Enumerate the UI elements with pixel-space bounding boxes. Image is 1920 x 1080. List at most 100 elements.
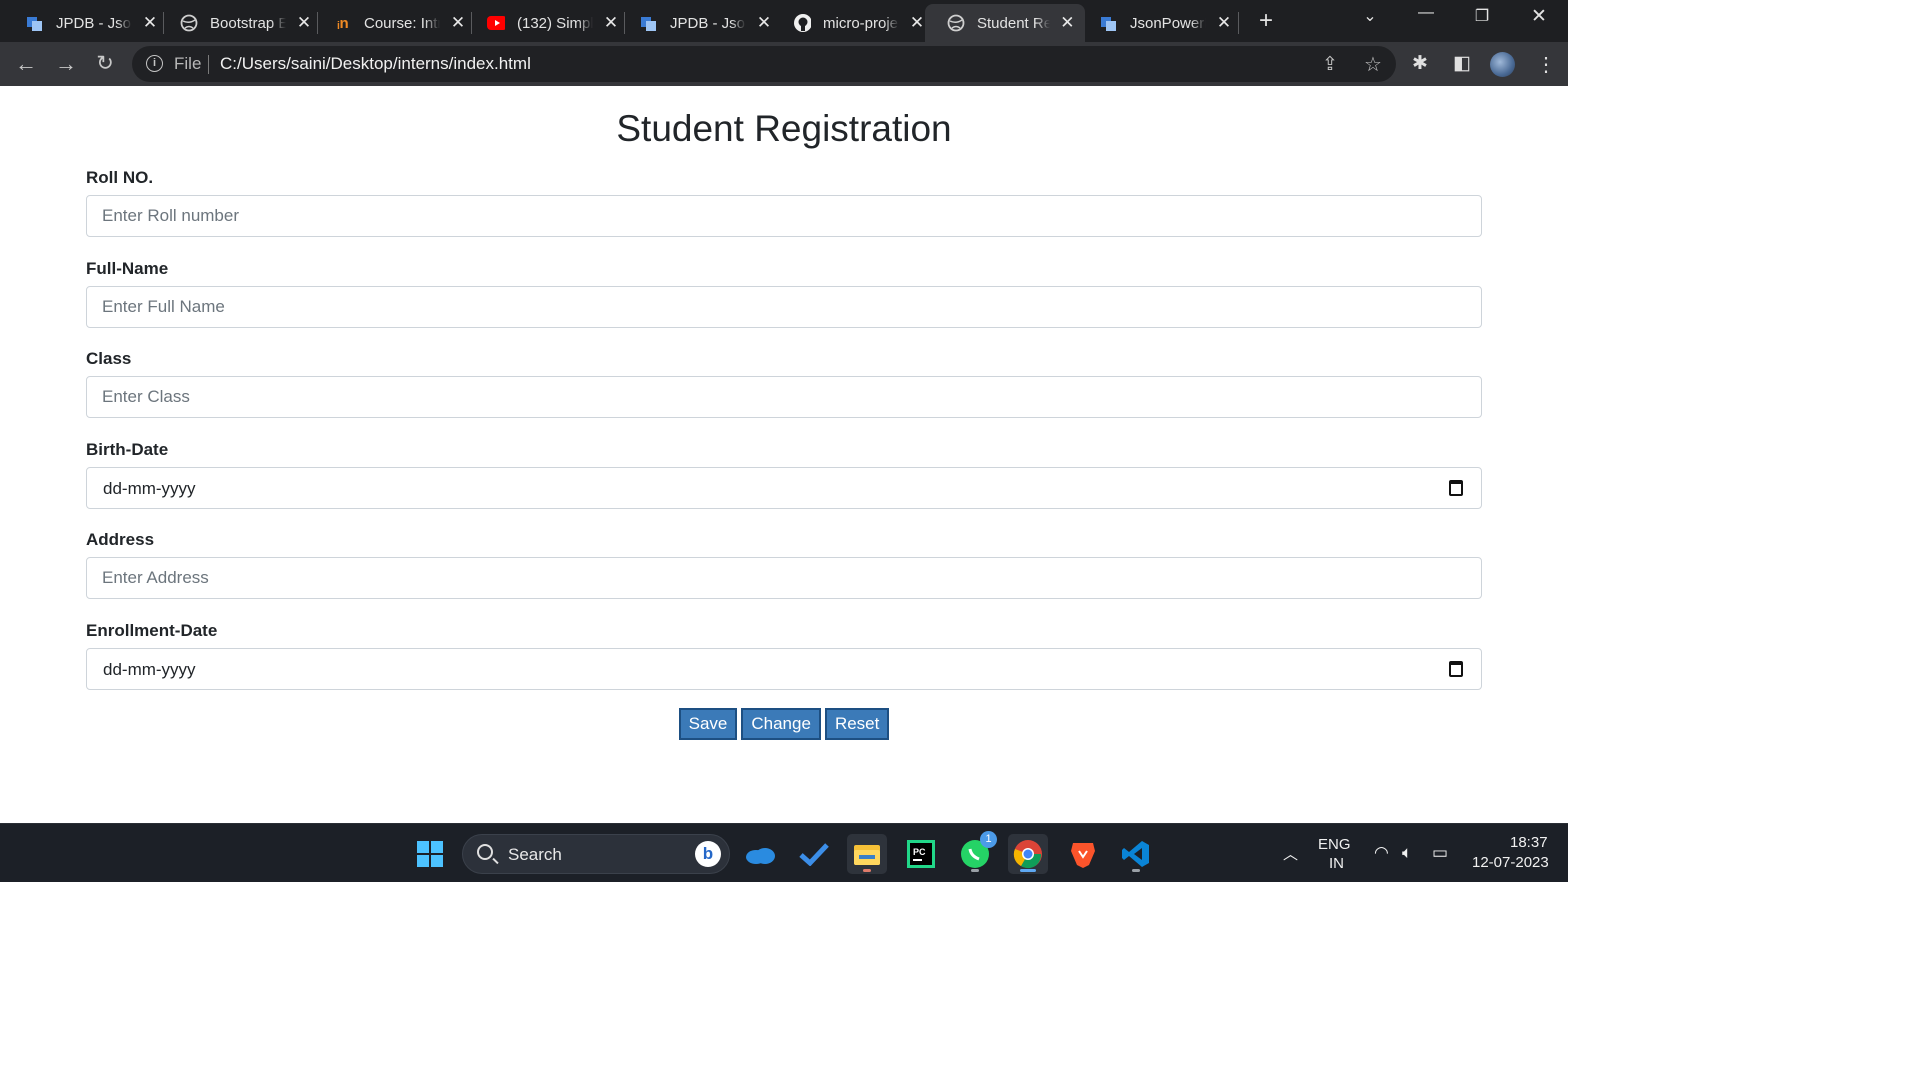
address-input[interactable] xyxy=(86,557,1482,599)
running-indicator xyxy=(1132,869,1140,872)
full-name-input[interactable] xyxy=(86,286,1482,328)
vscode-icon[interactable] xyxy=(1116,834,1156,874)
running-indicator xyxy=(971,869,979,872)
language-line2[interactable]: IN xyxy=(1329,855,1344,872)
tab-close-icon[interactable]: ✕ xyxy=(756,13,772,33)
change-button[interactable]: Change xyxy=(741,708,821,740)
minimize-icon[interactable]: — xyxy=(1406,4,1446,22)
form-button-row: Save Change Reset xyxy=(0,708,1568,740)
extensions-puzzle-icon[interactable]: ✱ xyxy=(1412,52,1428,75)
class-input[interactable] xyxy=(86,376,1482,418)
active-window-indicator xyxy=(1020,869,1036,872)
file-explorer-folder-icon[interactable] xyxy=(847,834,887,874)
tab-bootstrap[interactable]: Bootstrap E ✕ xyxy=(158,4,322,42)
menu-dots-icon[interactable]: ⋮ xyxy=(1536,52,1556,77)
globe-icon xyxy=(947,14,965,32)
tab-close-icon[interactable]: ✕ xyxy=(1216,13,1232,33)
tab-jpdb-2[interactable]: JPDB - Json ✕ xyxy=(618,4,782,42)
notification-badge: 1 xyxy=(980,831,997,848)
profile-avatar[interactable] xyxy=(1490,52,1515,77)
tab-course[interactable]: ᵢn Course: Intr ✕ xyxy=(312,4,476,42)
tab-title: (132) Simpl xyxy=(517,14,593,32)
jpdb-icon xyxy=(26,14,44,32)
address-url[interactable]: C:/Users/saini/Desktop/interns/index.htm… xyxy=(220,54,531,74)
tab-github[interactable]: micro-proje ✕ xyxy=(771,4,935,42)
tab-close-icon[interactable]: ✕ xyxy=(296,13,312,33)
roll-label: Roll NO. xyxy=(86,168,154,187)
clock-date[interactable]: 12-07-2023 xyxy=(1472,854,1549,871)
side-panel-icon[interactable]: ◧ xyxy=(1453,52,1471,75)
calendar-icon[interactable] xyxy=(1449,480,1463,496)
tab-jsonpowerdb[interactable]: JsonPowerD ✕ xyxy=(1078,4,1242,42)
bing-icon[interactable]: b xyxy=(695,841,721,867)
tab-title: JPDB - Json xyxy=(670,14,746,32)
tab-close-icon[interactable]: ✕ xyxy=(603,13,619,33)
tab-jpdb-1[interactable]: JPDB - Json ✕ xyxy=(4,4,168,42)
save-button[interactable]: Save xyxy=(678,708,738,740)
course-icon: ᵢn xyxy=(337,14,349,32)
roll-number-input[interactable] xyxy=(86,195,1482,237)
tab-close-icon[interactable]: ✕ xyxy=(142,13,158,33)
close-window-icon[interactable]: ✕ xyxy=(1519,5,1559,28)
svg-text:PC: PC xyxy=(913,847,926,857)
pycharm-icon[interactable]: PC xyxy=(901,834,941,874)
class-label: Class xyxy=(86,349,132,368)
calendar-icon[interactable] xyxy=(1449,661,1463,677)
enrollment-date-label: Enrollment-Date xyxy=(86,621,218,640)
start-windows-icon[interactable] xyxy=(410,834,450,874)
tab-youtube[interactable]: (132) Simpl ✕ xyxy=(465,4,629,42)
github-icon xyxy=(793,14,811,32)
site-info-icon[interactable]: i xyxy=(146,55,163,72)
onedrive-cloud-icon[interactable] xyxy=(740,834,780,874)
birth-date-label: Birth-Date xyxy=(86,440,169,459)
tab-title: Bootstrap E xyxy=(210,14,286,32)
enrollment-date-input[interactable]: dd-mm-yyyy xyxy=(86,648,1482,690)
restore-icon[interactable]: ❐ xyxy=(1462,6,1502,26)
brave-lion-icon[interactable] xyxy=(1063,834,1103,874)
windows-taskbar: Search b PC 1 ︿ ENG IN ◠ 🔈︎ ▭ 18:37 12-0… xyxy=(0,823,1568,882)
chrome-icon[interactable] xyxy=(1008,834,1048,874)
taskbar-search-box[interactable]: Search b xyxy=(462,834,730,874)
tab-title: JPDB - Json xyxy=(56,14,132,32)
tab-divider xyxy=(1238,12,1239,34)
jpdb-icon xyxy=(1100,14,1118,32)
scheme-label: File xyxy=(174,54,202,73)
tab-close-icon[interactable]: ✕ xyxy=(909,13,925,33)
forward-arrow-icon[interactable]: → xyxy=(52,50,80,78)
clock-time[interactable]: 18:37 xyxy=(1510,834,1548,851)
wifi-icon[interactable]: ◠ xyxy=(1374,843,1389,863)
browser-tab-strip: JPDB - Json ✕ Bootstrap E ✕ ᵢn Course: I… xyxy=(0,0,1568,42)
search-icon xyxy=(477,844,493,860)
battery-icon[interactable]: ▭ xyxy=(1432,843,1448,863)
youtube-icon xyxy=(487,14,505,32)
address-label: Address xyxy=(86,530,155,549)
address-bar[interactable]: i File C:/Users/saini/Desktop/interns/in… xyxy=(132,46,1396,82)
enrollment-date-placeholder: dd-mm-yyyy xyxy=(103,660,196,679)
full-name-label: Full-Name xyxy=(86,259,169,278)
running-indicator xyxy=(863,869,871,872)
new-tab-button[interactable]: + xyxy=(1252,8,1280,36)
reset-button[interactable]: Reset xyxy=(824,708,890,740)
back-arrow-icon[interactable]: ← xyxy=(12,50,40,78)
reload-icon[interactable]: ↻ xyxy=(91,50,119,78)
tab-close-icon[interactable]: ✕ xyxy=(450,13,466,33)
page-content: Student Registration Roll NO. Full-Name … xyxy=(0,86,1568,823)
browser-toolbar: ← → ↻ i File C:/Users/saini/Desktop/inte… xyxy=(0,42,1568,86)
bookmark-star-icon[interactable]: ☆ xyxy=(1364,52,1382,77)
tab-student-registration[interactable]: Student Re ✕ xyxy=(925,4,1085,42)
tab-title: JsonPowerD xyxy=(1130,14,1206,32)
tab-title: Course: Intr xyxy=(364,14,440,32)
tab-close-icon[interactable]: ✕ xyxy=(1060,13,1075,33)
search-label: Search xyxy=(508,845,562,864)
share-icon[interactable]: ⇪ xyxy=(1322,53,1338,76)
show-hidden-icons-chevron-icon[interactable]: ︿ xyxy=(1283,843,1298,864)
language-line1[interactable]: ENG xyxy=(1318,836,1351,853)
tab-title: micro-proje xyxy=(823,14,899,32)
birth-date-input[interactable]: dd-mm-yyyy xyxy=(86,467,1482,509)
whatsapp-icon[interactable]: 1 xyxy=(955,831,997,874)
address-divider xyxy=(208,55,209,74)
todo-check-icon[interactable] xyxy=(794,834,834,874)
volume-icon[interactable]: 🔈︎ xyxy=(1402,843,1412,863)
jpdb-icon xyxy=(640,14,658,32)
tab-search-chevron-icon[interactable]: ⌄ xyxy=(1350,6,1390,26)
